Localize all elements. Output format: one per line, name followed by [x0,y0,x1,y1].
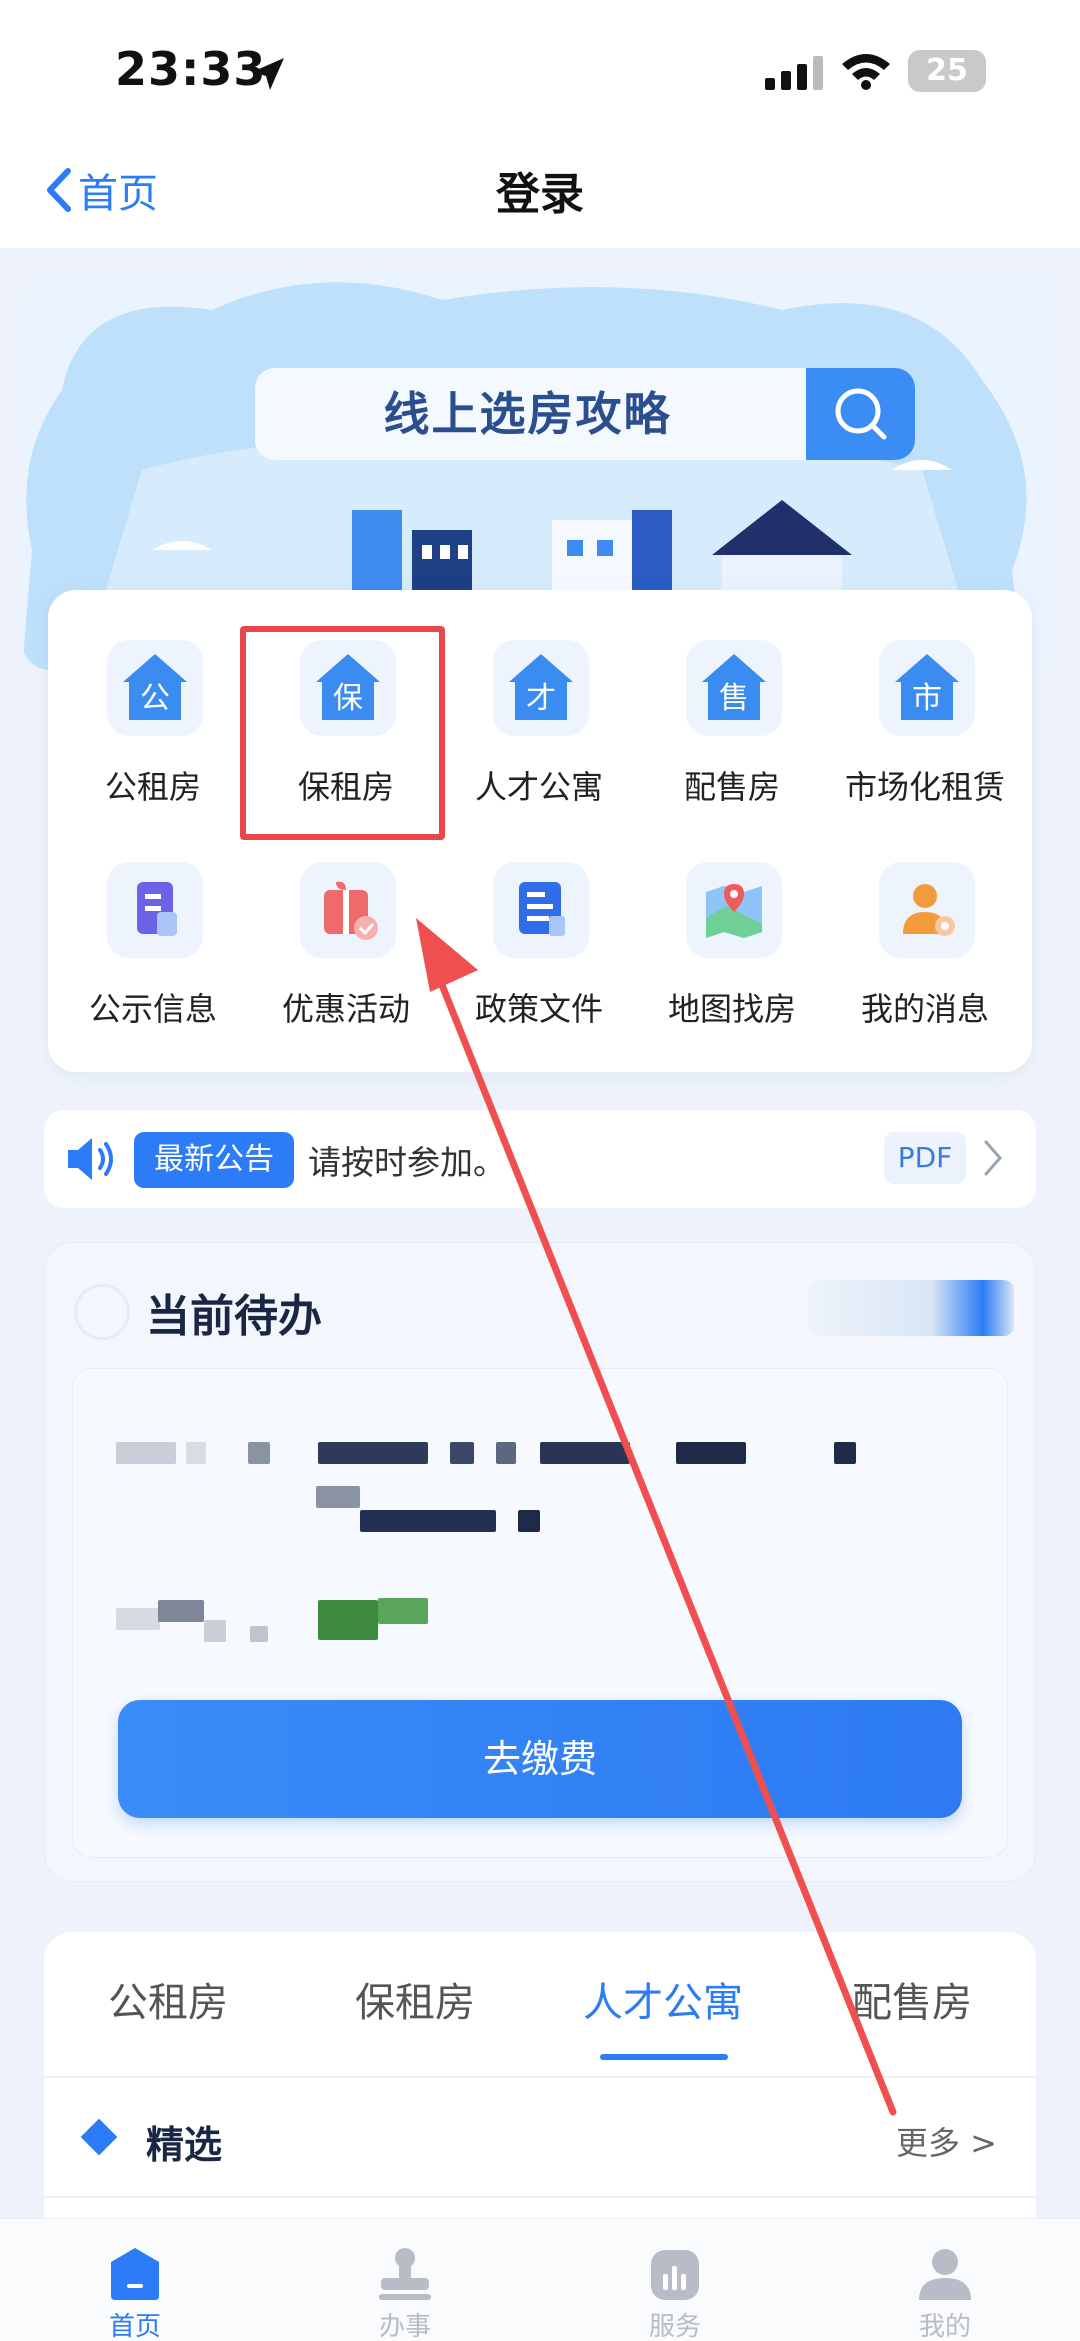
grid-item-promotions[interactable]: 优惠活动 [250,862,442,1062]
redacted-text [204,1620,226,1642]
allocated-sale-icon: 售 [686,640,782,736]
todo-icon [74,1284,130,1340]
featured-title: 精选 [146,2123,223,2167]
redacted-text [676,1442,746,1464]
home-icon [111,2248,159,2300]
redacted-text [496,1442,516,1464]
tab-affordable-rental[interactable]: 保租房 [355,1970,475,2028]
bottom-tab-label: 首页 [108,2312,161,2341]
public-housing-glyph: 公 [140,681,170,716]
grid-item-allocated-sale[interactable]: 售 配售房 [636,640,828,840]
announcement-tag: 最新公告 [134,1132,294,1188]
redacted-text [378,1598,428,1624]
wifi-icon [842,54,890,90]
battery-level: 25 [926,53,968,88]
grid-item-public-info[interactable]: 公示信息 [57,862,249,1062]
grid-label-promotions: 优惠活动 [281,990,410,1028]
annotation-highlight-box [240,626,445,840]
bottom-tab-label: 办事 [378,2312,431,2341]
grid-item-my-messages[interactable]: 我的消息 [829,862,1021,1062]
pay-button[interactable]: 去缴费 [118,1700,962,1818]
grid-label-public-housing: 公租房 [104,768,201,806]
market-rental-icon: 市 [879,640,975,736]
pdf-badge[interactable]: PDF [884,1132,966,1184]
talent-apartment-glyph: 才 [526,681,556,716]
tab-public-housing[interactable]: 公租房 [108,1970,228,2028]
redacted-text [540,1442,630,1464]
redacted-text [316,1486,360,1508]
redacted-text [318,1442,428,1464]
redacted-text [250,1626,268,1642]
grid-label-my-messages: 我的消息 [860,990,989,1028]
speaker-icon [68,1138,113,1180]
allocated-sale-glyph: 售 [719,681,749,716]
page-title: 登录 [496,169,584,220]
redacted-text [158,1600,204,1622]
redacted-text [248,1442,270,1464]
redacted-text [834,1442,856,1464]
status-time: 23:33 [115,42,267,96]
bottom-tab-label: 服务 [648,2312,701,2341]
public-housing-icon: 公 [107,640,203,736]
tab-talent-apartment[interactable]: 人才公寓 [583,1970,743,2028]
bottom-tab-profile[interactable]: 我的 [875,2244,1015,2341]
document-icon [107,862,203,958]
talent-apartment-icon: 才 [493,640,589,736]
grid-label-policy-files: 政策文件 [474,990,603,1028]
active-tab-indicator [600,2054,728,2060]
divider [44,2076,1036,2078]
location-arrow-icon [252,58,284,90]
banner-search-button[interactable] [806,368,915,460]
map-icon [686,862,782,958]
redacted-text [360,1510,496,1532]
grid-item-map-search[interactable]: 地图找房 [636,862,828,1062]
bottom-tab-affairs[interactable]: 办事 [335,2244,475,2341]
tab-allocated-sale[interactable]: 配售房 [852,1970,972,2028]
grid-label-market-rental: 市场化租赁 [844,768,1005,806]
grid-label-allocated-sale: 配售房 [683,768,780,806]
stamp-icon [379,2248,431,2300]
banner-search-text: 线上选房攻略 [383,387,672,441]
grid-item-policy-files[interactable]: 政策文件 [443,862,635,1062]
profile-icon [919,2249,971,2300]
divider [44,2196,1036,2198]
pending-tasks-title: 当前待办 [146,1291,322,1342]
grid-item-talent-apartment[interactable]: 才 人才公寓 [443,640,635,840]
service-chart-icon [651,2250,699,2300]
redacted-status [808,1280,1014,1336]
announcement-text: 请按时参加。 [308,1143,506,1182]
redacted-text [318,1600,378,1640]
redacted-text [186,1442,206,1464]
chevron-right-icon[interactable] [982,1136,1006,1180]
market-rental-glyph: 市 [912,681,942,716]
redacted-text [518,1510,540,1532]
more-link[interactable]: 更多 > [896,2118,997,2164]
search-icon [835,388,887,440]
message-user-icon [879,862,975,958]
grid-item-market-rental[interactable]: 市 市场化租赁 [829,640,1021,840]
policy-file-icon [493,862,589,958]
grid-item-public-housing[interactable]: 公 公租房 [57,640,249,840]
redacted-text [450,1442,474,1464]
bottom-tab-home[interactable]: 首页 [65,2244,205,2341]
redacted-text [116,1608,160,1630]
grid-label-talent-apartment: 人才公寓 [474,768,603,806]
gift-icon [300,862,396,958]
grid-label-map-search: 地图找房 [667,990,796,1028]
cellular-signal-icon [765,56,823,90]
grid-label-public-info: 公示信息 [88,990,217,1028]
bottom-tab-label: 我的 [918,2312,971,2341]
redacted-text [116,1442,176,1464]
bottom-tab-services[interactable]: 服务 [605,2244,745,2341]
